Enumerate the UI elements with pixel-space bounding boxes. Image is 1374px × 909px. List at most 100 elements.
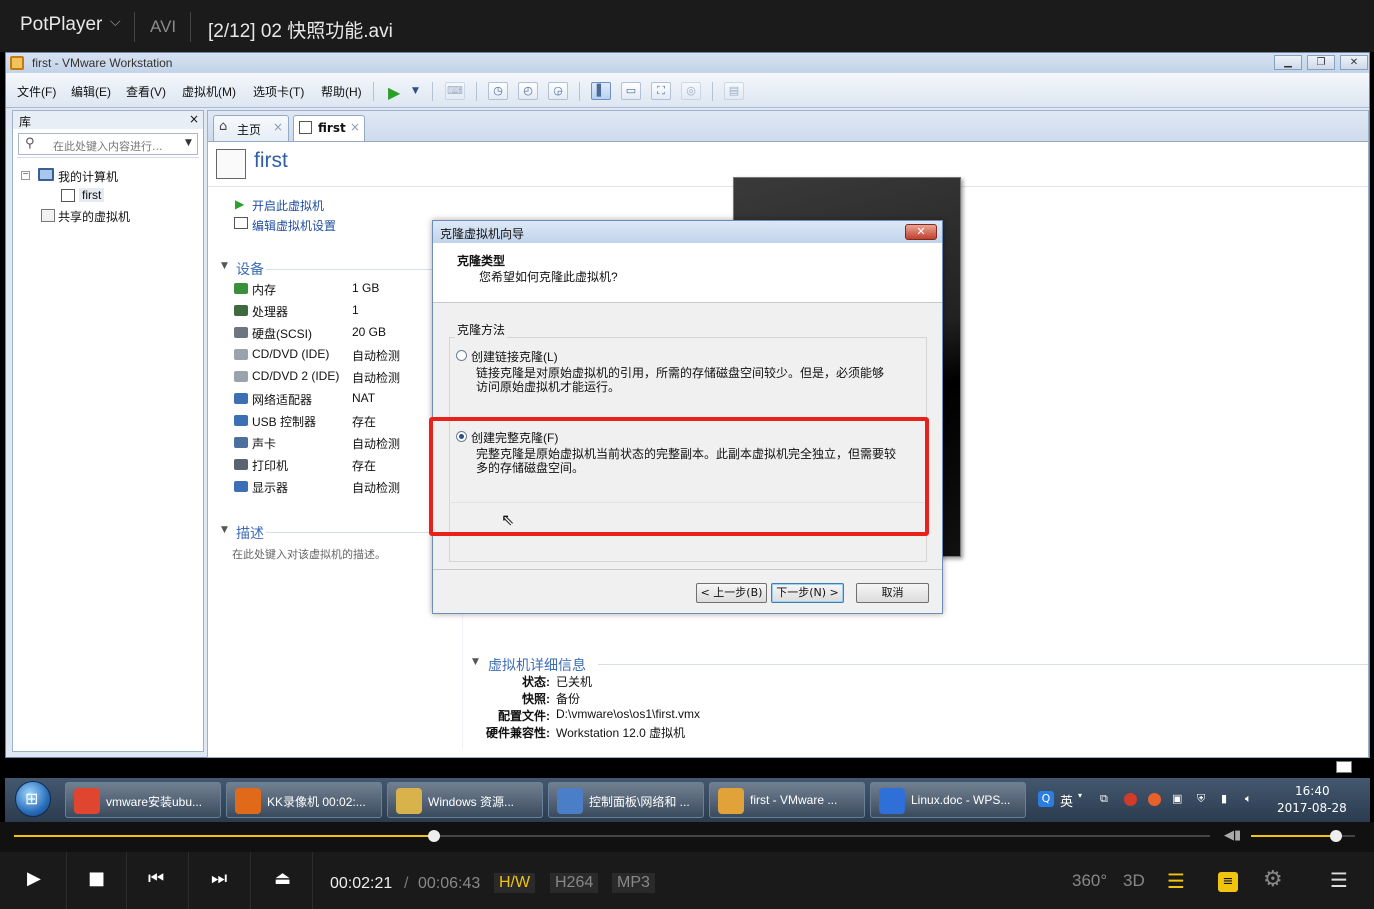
- library-header: 库 ×: [13, 111, 203, 129]
- vr-360-button[interactable]: 360°: [1072, 871, 1107, 891]
- clock-time[interactable]: 16:40: [1295, 784, 1330, 798]
- input-method-icon[interactable]: Q: [1038, 791, 1054, 807]
- edit-settings-link[interactable]: 编辑虚拟机设置: [252, 217, 336, 234]
- chevron-down-icon[interactable]: ▼: [412, 86, 419, 96]
- chevron-down-icon[interactable]: ⌵: [110, 14, 121, 30]
- player-app-name[interactable]: PotPlayer: [20, 14, 102, 36]
- menu-vm[interactable]: 虚拟机(M): [182, 83, 236, 100]
- taskbar-item[interactable]: 控制面板\网络和 ...: [548, 782, 704, 818]
- tab-first[interactable]: first ×: [293, 115, 365, 141]
- fullscreen-icon[interactable]: ⛶: [651, 82, 671, 100]
- device-name[interactable]: 声卡: [252, 435, 276, 452]
- device-name[interactable]: 内存: [252, 281, 276, 298]
- linked-clone-radio[interactable]: [456, 350, 467, 361]
- tree-shared-vms[interactable]: 共享的虚拟机: [58, 208, 130, 225]
- menu-file[interactable]: 文件(F): [17, 83, 56, 100]
- send-keys-icon[interactable]: ⌨: [445, 82, 465, 100]
- tree-vm-first[interactable]: first: [79, 188, 105, 202]
- back-button[interactable]: < 上一步(B): [696, 583, 767, 603]
- start-button[interactable]: ⊞: [15, 781, 51, 817]
- tab-home[interactable]: ⌂ 主页 ×: [213, 115, 289, 141]
- menu-icon[interactable]: ☰: [1330, 868, 1348, 892]
- collapse-icon[interactable]: −: [21, 170, 30, 180]
- taskbar-item[interactable]: KK录像机 00:02:...: [226, 782, 382, 818]
- playlist-search-icon[interactable]: ☰: [1167, 869, 1185, 893]
- eject-icon[interactable]: ⏏︎: [274, 868, 291, 889]
- description-section-title[interactable]: 描述: [236, 523, 264, 543]
- taskbar-item[interactable]: first - VMware ...: [709, 782, 865, 818]
- dialog-close-button[interactable]: ✕: [905, 224, 937, 240]
- taskbar-item[interactable]: Windows 资源...: [387, 782, 543, 818]
- video-codec-badge[interactable]: H264: [550, 873, 599, 893]
- menu-view[interactable]: 查看(V): [126, 83, 166, 100]
- linked-clone-label[interactable]: 创建链接克隆(L): [471, 348, 558, 365]
- play-icon[interactable]: ▶: [27, 868, 41, 889]
- 3d-button[interactable]: 3D: [1123, 871, 1145, 891]
- close-icon[interactable]: ×: [273, 120, 283, 134]
- power-on-link[interactable]: 开启此虚拟机: [252, 197, 324, 214]
- app-tray-icon[interactable]: [1148, 793, 1161, 806]
- close-button[interactable]: ✕: [1340, 55, 1368, 70]
- device-name[interactable]: 打印机: [252, 457, 288, 474]
- device-name[interactable]: 网络适配器: [252, 391, 312, 408]
- gear-icon[interactable]: ⚙: [1263, 867, 1283, 892]
- chevron-down-icon[interactable]: ▾: [1078, 791, 1082, 800]
- minimize-button[interactable]: ▁: [1274, 55, 1302, 70]
- close-icon[interactable]: ×: [189, 112, 199, 126]
- usb-icon[interactable]: ▣: [1172, 792, 1182, 805]
- tree-my-computer[interactable]: 我的计算机: [58, 168, 118, 185]
- details-section-title[interactable]: 虚拟机详细信息: [488, 655, 586, 675]
- device-name[interactable]: CD/DVD 2 (IDE): [252, 369, 339, 383]
- volume-icon[interactable]: 🔈︎: [1245, 792, 1252, 806]
- highlight-box: [429, 417, 929, 536]
- collapse-icon[interactable]: ▼: [472, 657, 479, 667]
- play-icon[interactable]: ▶: [388, 83, 400, 102]
- cancel-button[interactable]: 取消: [856, 583, 929, 603]
- security-icon[interactable]: [1124, 793, 1137, 806]
- audio-codec-badge[interactable]: MP3: [612, 873, 655, 893]
- thumbnail-bar-icon[interactable]: ▭: [621, 82, 641, 100]
- player-seek-bar-area: ◀▮: [0, 822, 1374, 852]
- unity-icon[interactable]: ◎: [681, 82, 701, 100]
- menu-tabs[interactable]: 选项卡(T): [253, 83, 304, 100]
- subtitle-icon[interactable]: ≡: [1218, 872, 1238, 892]
- device-icon: [234, 305, 248, 316]
- hw-decoding-badge[interactable]: H/W: [494, 873, 536, 893]
- console-view-icon[interactable]: ▤: [724, 82, 744, 100]
- device-name[interactable]: 硬盘(SCSI): [252, 325, 312, 342]
- ime-language[interactable]: 英: [1060, 791, 1073, 810]
- seek-handle[interactable]: [427, 830, 440, 842]
- description-placeholder[interactable]: 在此处键入对该虚拟机的描述。: [232, 546, 386, 562]
- menu-edit[interactable]: 编辑(E): [71, 83, 111, 100]
- shield-icon[interactable]: ⛨: [1197, 792, 1205, 806]
- devices-section-title[interactable]: 设备: [236, 259, 264, 279]
- stop-icon[interactable]: ■: [88, 868, 105, 889]
- device-name[interactable]: 显示器: [252, 479, 288, 496]
- volume-icon[interactable]: ◀▮: [1224, 828, 1241, 843]
- chevron-down-icon[interactable]: ▼: [185, 138, 192, 148]
- device-name[interactable]: CD/DVD (IDE): [252, 347, 329, 361]
- previous-icon[interactable]: ⏮︎: [148, 868, 164, 889]
- volume-handle[interactable]: [1330, 830, 1343, 842]
- close-icon[interactable]: ×: [350, 120, 360, 134]
- taskbar-item[interactable]: Linux.doc - WPS...: [870, 782, 1026, 818]
- device-name[interactable]: 处理器: [252, 303, 288, 320]
- show-library-icon[interactable]: ▌: [591, 82, 611, 100]
- snapshot-icon[interactable]: ◷: [488, 82, 508, 100]
- taskbar-item[interactable]: vmware安装ubu...: [65, 782, 221, 818]
- revert-snapshot-icon[interactable]: ◴: [518, 82, 538, 100]
- status-message-icon[interactable]: [1336, 761, 1352, 773]
- clock-date[interactable]: 2017-08-28: [1277, 801, 1347, 815]
- snapshot-manager-icon[interactable]: ◶: [548, 82, 568, 100]
- next-button[interactable]: 下一步(N) >: [771, 583, 844, 603]
- restore-button[interactable]: ❐: [1307, 55, 1335, 70]
- device-icon: [234, 349, 248, 360]
- menu-help[interactable]: 帮助(H): [321, 83, 362, 100]
- battery-icon[interactable]: ▮: [1221, 792, 1227, 805]
- library-search-input[interactable]: ⚲ 在此处键入内容进行... ▼: [18, 133, 198, 155]
- network-icon[interactable]: ⧉: [1100, 792, 1108, 806]
- device-name[interactable]: USB 控制器: [252, 413, 316, 430]
- collapse-icon[interactable]: ▼: [221, 261, 228, 271]
- collapse-icon[interactable]: ▼: [221, 525, 228, 535]
- next-icon[interactable]: ⏭︎: [211, 868, 227, 889]
